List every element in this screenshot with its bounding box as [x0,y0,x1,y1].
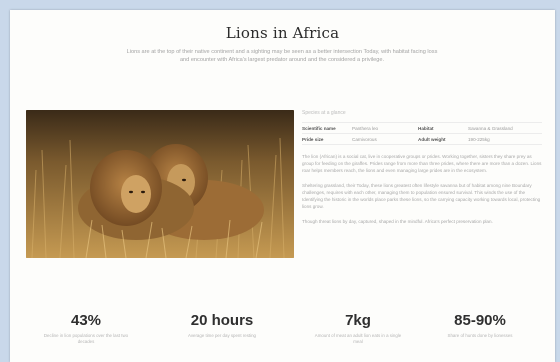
body-paragraph: Though threat lions by day, captured, sh… [302,219,493,224]
stat-caption: Amount of meat an adult lion eats in a s… [314,333,402,344]
stat-meal-size: 7kg Amount of meat an adult lion eats in… [298,312,418,345]
fact-value: Savanna & Grassland [468,125,513,131]
stat-caption: Decline in lion populations over the las… [43,333,129,344]
intro-text: Lions are at the top of their native con… [126,49,438,63]
lion-photo [26,110,294,258]
stat-caption: Share of hunts done by lionesses [447,333,513,338]
stat-lioness-hunts: 85-90% Share of hunts done by lionesses [420,312,540,339]
stat-resting-time: 20 hours Average time per day spent rest… [162,312,282,339]
fact-value: Carnivorous [352,136,377,142]
stat-value: 20 hours [190,312,254,329]
species-info: Species at a glance Scientific name Pant… [302,110,542,225]
fact-value: Panthera leo [352,125,379,131]
stat-value: 43% [70,312,102,329]
facts-table: Scientific name Panthera leo Habitat Sav… [302,122,542,145]
fact-label: Scientific name [302,125,336,131]
stat-value: 85-90% [454,312,506,329]
body-paragraph: The lion (African) is a social cat, live… [302,154,542,173]
fact-row: Pride size Carnivorous Adult weight 190-… [302,134,542,145]
lion-photo-illustration [26,110,294,258]
fact-label: Pride size [302,136,324,142]
species-info-heading: Species at a glance [302,110,346,116]
stat-caption: Average time per day spent resting [187,333,256,338]
fact-value: 190-225kg [468,136,490,142]
stat-population-decline: 43% Decline in lion populations over the… [26,312,146,345]
page-title: Lions in Africa [225,24,340,42]
body-paragraph: Sheltering grassland, their Today, these… [302,183,541,209]
fact-label: Habitat [418,125,434,131]
fact-row: Scientific name Panthera leo Habitat Sav… [302,123,542,134]
article-page: Lions in Africa Lions are at the top of … [10,10,555,362]
stat-value: 7kg [345,312,371,329]
fact-label: Adult weight [418,136,446,142]
